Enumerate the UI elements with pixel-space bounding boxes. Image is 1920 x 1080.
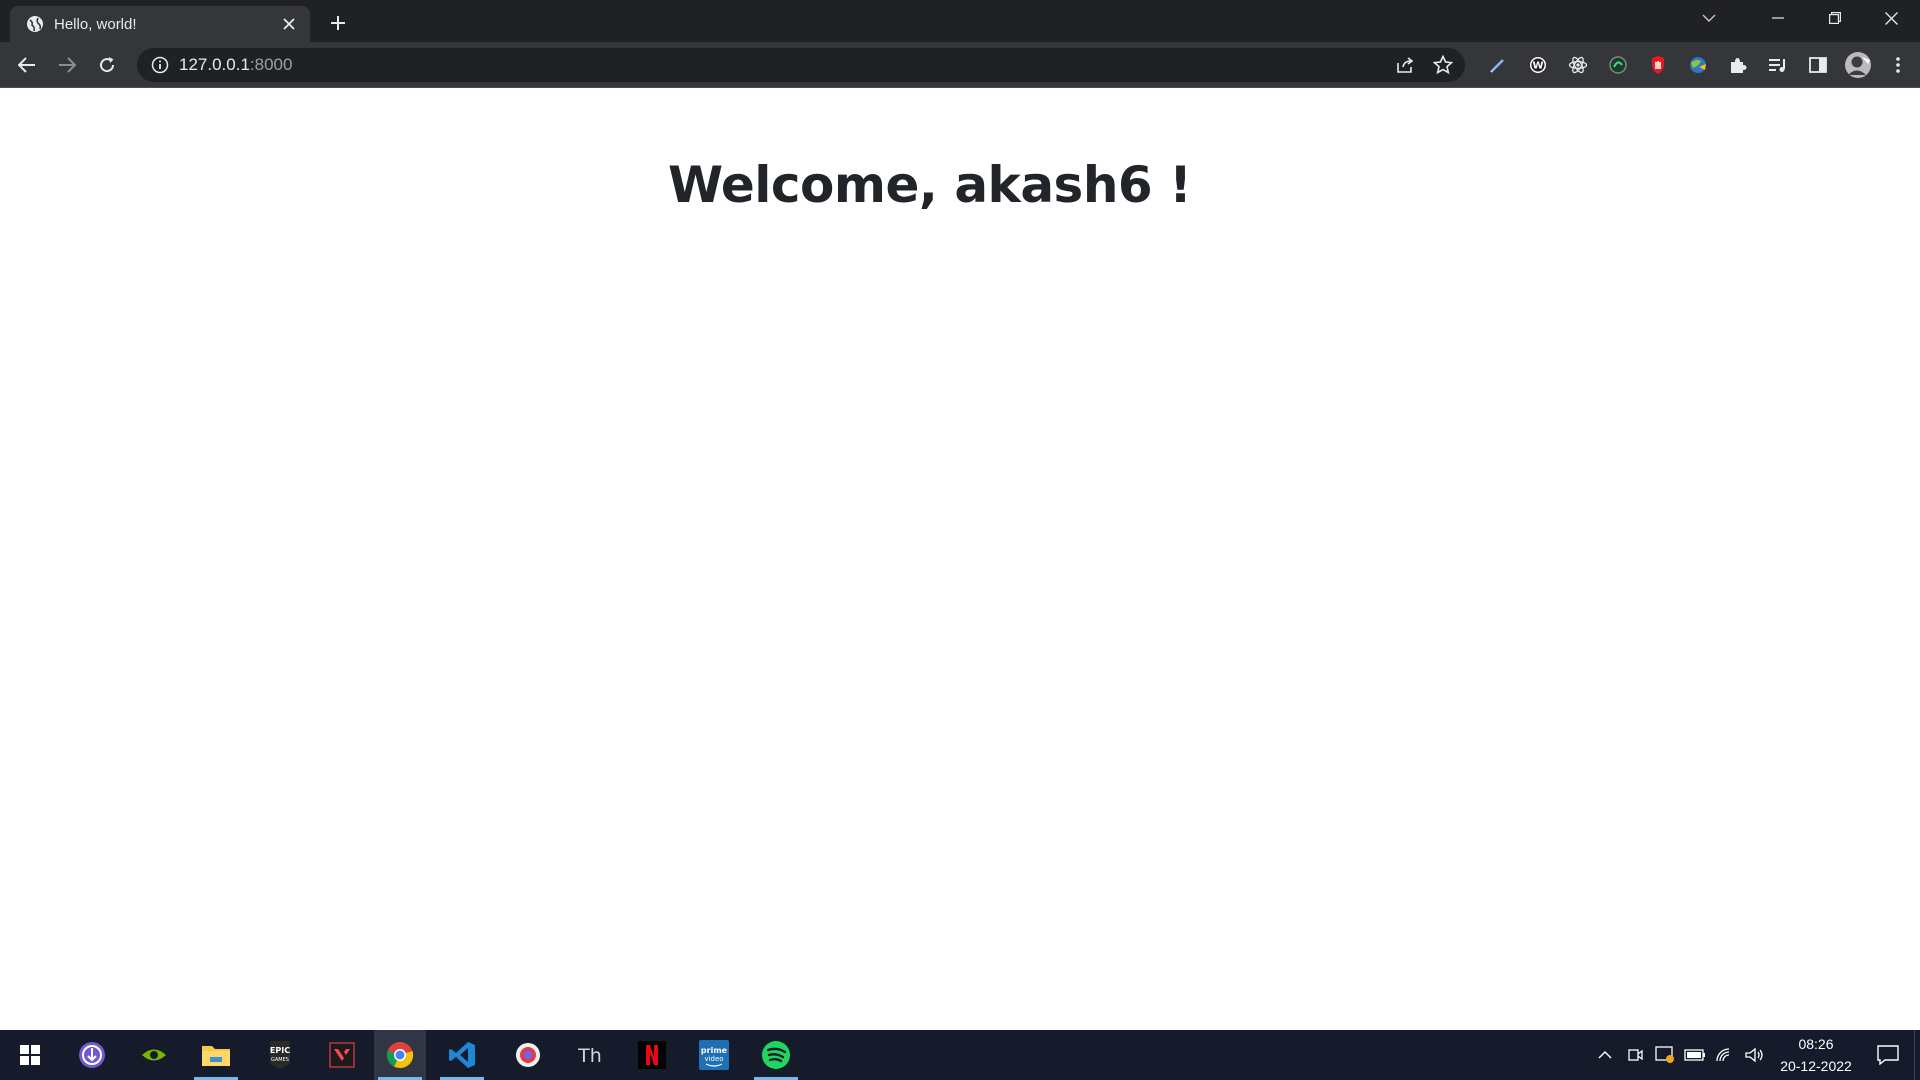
side-panel-icon[interactable] [1798,50,1838,80]
site-info-icon[interactable] [151,56,169,74]
url-text: 127.0.0.1:8000 [179,55,292,75]
reload-icon [100,57,115,73]
puzzle-extensions-icon[interactable] [1718,50,1758,80]
taskbar-clock[interactable]: 08:26 20-12-2022 [1770,1030,1862,1080]
svg-text:Th: Th [577,1045,602,1067]
tab-strip: Hello, world! [0,0,1920,42]
address-bar[interactable]: 127.0.0.1:8000 [137,48,1465,82]
react-devtools-icon[interactable] [1558,50,1598,80]
w-extension-icon[interactable]: W [1518,50,1558,80]
page-viewport: Welcome, akash6 ! [0,88,1920,1030]
windows-start-icon[interactable] [4,1030,56,1080]
media-queue-icon[interactable] [1758,50,1798,80]
profile-avatar-icon[interactable] [1838,50,1878,80]
globe-colorful-extension-icon[interactable] [1678,50,1718,80]
meet-now-icon[interactable] [1620,1030,1650,1080]
plus-icon [331,16,345,30]
browser-tab[interactable]: Hello, world! [10,6,310,42]
netflix-icon[interactable] [626,1030,678,1080]
wifi-icon[interactable] [1710,1030,1740,1080]
screenshot-app-icon[interactable] [502,1030,554,1080]
extensions-bar: W [1478,50,1918,80]
epic-games-icon[interactable]: EPIC GAMES [254,1030,306,1080]
tab-search-button[interactable] [1689,0,1729,36]
clock-time: 08:26 [1798,1036,1834,1052]
chevron-down-icon [1702,14,1716,22]
url-port: :8000 [249,55,293,74]
svg-text:video: video [704,1055,723,1063]
back-button[interactable] [11,49,43,81]
volume-icon[interactable] [1740,1030,1770,1080]
bookmark-star-icon[interactable] [1431,53,1455,77]
minimize-icon [1771,17,1784,19]
globe-icon [26,15,44,33]
welcome-heading: Welcome, akash6 ! [668,156,1192,214]
close-window-button[interactable] [1863,0,1920,36]
arrow-left-icon [18,57,35,73]
system-tray: 08:26 20-12-2022 [1590,1030,1920,1080]
valorant-icon[interactable] [316,1030,368,1080]
clock-date: 20-12-2022 [1780,1058,1852,1074]
url-host: 127.0.0.1 [179,55,250,74]
close-tab-icon[interactable] [278,13,300,35]
svg-text:GAMES: GAMES [271,1057,289,1063]
prime-video-icon[interactable]: prime video [688,1030,740,1080]
forward-button[interactable] [51,49,83,81]
taskbar: EPIC GAMES Th prime video 08:26 20-12-20… [0,1030,1920,1080]
green-circle-extension-icon[interactable] [1598,50,1638,80]
svg-text:prime: prime [701,1046,728,1055]
restore-button[interactable] [1806,0,1863,36]
arrow-right-icon [59,57,76,73]
share-icon[interactable] [1393,53,1417,77]
svg-text:EPIC: EPIC [270,1046,290,1055]
pen-extension-icon[interactable] [1478,50,1518,80]
svg-text:W: W [1532,61,1543,72]
chevron-up-icon[interactable] [1590,1030,1620,1080]
red-hand-extension-icon[interactable] [1638,50,1678,80]
tab-title: Hello, world! [54,15,137,33]
battery-icon[interactable] [1680,1030,1710,1080]
notification-center-icon[interactable] [1862,1030,1914,1080]
new-tab-button[interactable] [324,9,352,37]
vscode-icon[interactable] [436,1030,488,1080]
file-explorer-icon[interactable] [190,1030,242,1080]
nvidia-app-icon[interactable] [128,1030,180,1080]
security-alert-icon[interactable] [1650,1030,1680,1080]
show-desktop-button[interactable] [1914,1030,1920,1080]
window-controls [1689,0,1920,36]
typora-app-icon[interactable]: Th [564,1030,616,1080]
torrent-app-icon[interactable] [66,1030,118,1080]
browser-toolbar: 127.0.0.1:8000 W [0,42,1920,88]
spotify-icon[interactable] [750,1030,802,1080]
chrome-icon[interactable] [374,1030,426,1080]
reload-button[interactable] [91,49,123,81]
minimize-button[interactable] [1749,0,1806,36]
kebab-menu-icon[interactable] [1878,50,1918,80]
restore-icon [1828,12,1841,24]
close-icon [1885,11,1898,25]
